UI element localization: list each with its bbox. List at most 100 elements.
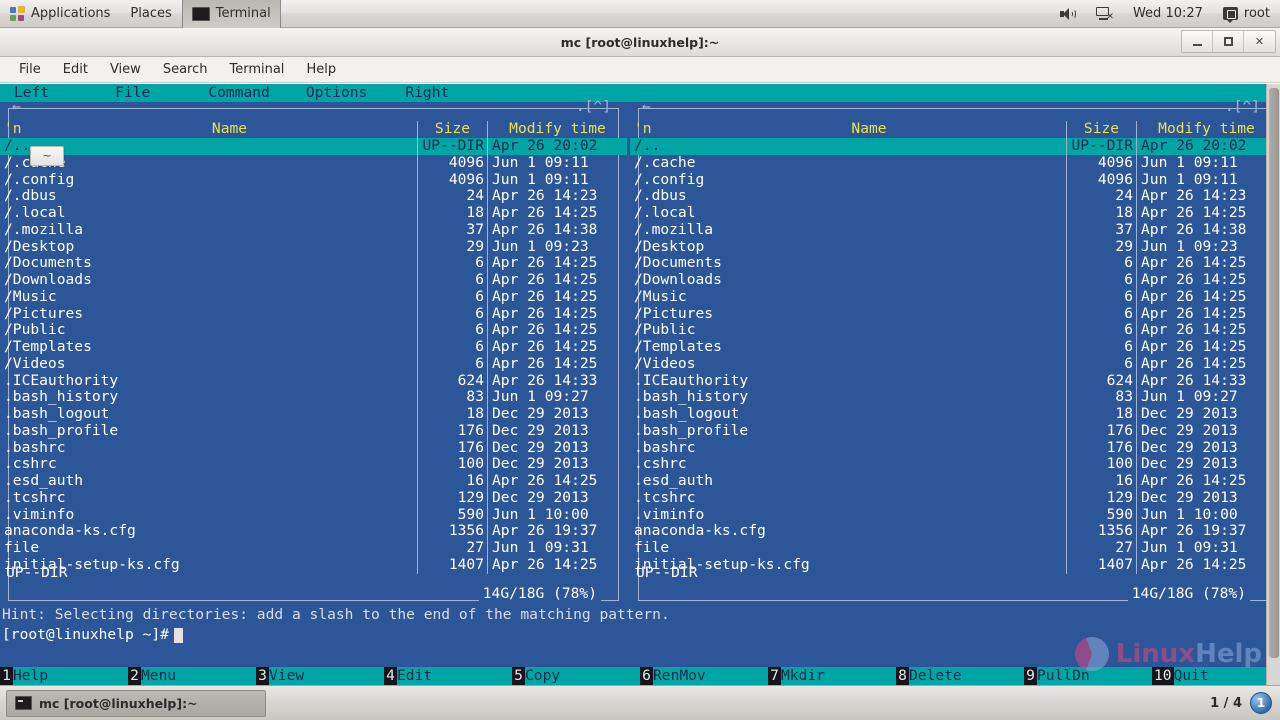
- function-key-f2[interactable]: 2Menu: [128, 667, 256, 685]
- table-row[interactable]: .esd_auth16Apr 26 14:25: [630, 473, 1276, 490]
- function-key-f4[interactable]: 4Edit: [384, 667, 512, 685]
- table-row[interactable]: /.local18Apr 26 14:25: [630, 205, 1276, 222]
- taskbar-item-mc[interactable]: mc [root@linuxhelp]:~: [6, 690, 266, 717]
- table-row[interactable]: /.cache4096Jun 1 09:11: [630, 155, 1276, 172]
- table-row[interactable]: .bash_history83Jun 1 09:27: [0, 389, 627, 406]
- table-row[interactable]: /.config4096Jun 1 09:11: [0, 172, 627, 189]
- table-row[interactable]: anaconda-ks.cfg1356Apr 26 19:37: [0, 523, 627, 540]
- table-row[interactable]: .cshrc100Dec 29 2013: [0, 456, 627, 473]
- function-key-f3[interactable]: 3View: [256, 667, 384, 685]
- table-row[interactable]: .ICEauthority624Apr 26 14:33: [0, 373, 627, 390]
- table-row[interactable]: /Templates6Apr 26 14:25: [630, 339, 1276, 356]
- table-row[interactable]: /.cache4096Jun 1 09:11: [0, 155, 627, 172]
- table-row[interactable]: .tcshrc129Dec 29 2013: [0, 490, 627, 507]
- window-list-terminal[interactable]: Terminal: [182, 0, 281, 28]
- table-row[interactable]: /.mozilla37Apr 26 14:38: [0, 222, 627, 239]
- table-row[interactable]: /Desktop29Jun 1 09:23: [0, 239, 627, 256]
- menu-view[interactable]: View: [99, 57, 152, 83]
- function-key-f8[interactable]: 8Delete: [896, 667, 1024, 685]
- right-col-name[interactable]: Name: [672, 121, 1066, 138]
- table-row[interactable]: /.local18Apr 26 14:25: [0, 205, 627, 222]
- table-row[interactable]: /Public6Apr 26 14:25: [0, 322, 627, 339]
- user-menu[interactable]: root: [1213, 0, 1280, 28]
- table-row[interactable]: /Documents6Apr 26 14:25: [630, 255, 1276, 272]
- table-row[interactable]: /Pictures6Apr 26 14:25: [630, 306, 1276, 323]
- table-row[interactable]: .esd_auth16Apr 26 14:25: [0, 473, 627, 490]
- menu-search[interactable]: Search: [152, 57, 219, 83]
- file-name-cell: /Documents: [0, 255, 417, 272]
- mc-menu-command[interactable]: Command: [208, 85, 270, 102]
- table-row[interactable]: /Downloads6Apr 26 14:25: [0, 272, 627, 289]
- menu-file[interactable]: File: [8, 57, 52, 83]
- table-row[interactable]: /.dbus24Apr 26 14:23: [0, 188, 627, 205]
- table-row[interactable]: .bashrc176Dec 29 2013: [0, 440, 627, 457]
- right-col-flags[interactable]: 'n: [630, 121, 672, 138]
- file-name-cell: /Music: [0, 289, 417, 306]
- table-row[interactable]: .bash_profile176Dec 29 2013: [0, 423, 627, 440]
- function-key-f9[interactable]: 9PullDn: [1024, 667, 1152, 685]
- table-row[interactable]: .cshrc100Dec 29 2013: [630, 456, 1276, 473]
- table-row[interactable]: /.dbus24Apr 26 14:23: [630, 188, 1276, 205]
- table-row[interactable]: /..UP--DIRApr 26 20:02: [0, 138, 627, 155]
- table-row[interactable]: .bash_profile176Dec 29 2013: [630, 423, 1276, 440]
- mc-command-line[interactable]: [root@linuxhelp ~]#: [0, 625, 1280, 645]
- table-row[interactable]: /Music6Apr 26 14:25: [630, 289, 1276, 306]
- clock[interactable]: Wed 10:27: [1123, 0, 1213, 28]
- function-key-f1[interactable]: 1Help: [0, 667, 128, 685]
- file-name-cell: .esd_auth: [0, 473, 417, 490]
- table-row[interactable]: /..UP--DIRApr 26 20:02: [630, 138, 1276, 155]
- file-name-cell: file: [0, 540, 417, 557]
- mc-menu-file[interactable]: File: [115, 85, 150, 102]
- table-row[interactable]: .viminfo590Jun 1 10:00: [0, 507, 627, 524]
- menu-help[interactable]: Help: [295, 57, 347, 83]
- table-row[interactable]: .bash_logout18Dec 29 2013: [630, 406, 1276, 423]
- left-col-size[interactable]: Size: [417, 121, 487, 138]
- table-row[interactable]: /Music6Apr 26 14:25: [0, 289, 627, 306]
- menu-terminal[interactable]: Terminal: [218, 57, 295, 83]
- function-key-f5[interactable]: 5Copy: [512, 667, 640, 685]
- table-row[interactable]: .tcshrc129Dec 29 2013: [630, 490, 1276, 507]
- close-button[interactable]: ✕: [1244, 31, 1275, 52]
- workspace-badge[interactable]: 1: [1250, 692, 1272, 714]
- table-row[interactable]: /Desktop29Jun 1 09:23: [630, 239, 1276, 256]
- mc-menu-right[interactable]: Right: [405, 85, 449, 102]
- table-row[interactable]: /Documents6Apr 26 14:25: [0, 255, 627, 272]
- table-row[interactable]: /Videos6Apr 26 14:25: [0, 356, 627, 373]
- table-row[interactable]: /.config4096Jun 1 09:11: [630, 172, 1276, 189]
- table-row[interactable]: .viminfo590Jun 1 10:00: [630, 507, 1276, 524]
- mc-right-panel[interactable]: ← .[^] 'n Name Size Modify time /..UP--D…: [630, 102, 1276, 607]
- table-row[interactable]: /.mozilla37Apr 26 14:38: [630, 222, 1276, 239]
- applications-menu[interactable]: Applications: [0, 0, 120, 28]
- mc-left-panel[interactable]: ← .[^] 'n Name Size Modify time /..UP--D…: [0, 102, 627, 607]
- function-key-f7[interactable]: 7Mkdir: [768, 667, 896, 685]
- table-row[interactable]: /Templates6Apr 26 14:25: [0, 339, 627, 356]
- terminal-scrollbar[interactable]: [1266, 84, 1280, 685]
- right-col-size[interactable]: Size: [1066, 121, 1136, 138]
- table-row[interactable]: .bashrc176Dec 29 2013: [630, 440, 1276, 457]
- volume-indicator[interactable]: [1050, 0, 1086, 28]
- scrollbar-thumb[interactable]: [1269, 88, 1279, 658]
- table-row[interactable]: anaconda-ks.cfg1356Apr 26 19:37: [630, 523, 1276, 540]
- left-col-flags[interactable]: 'n: [0, 121, 42, 138]
- maximize-button[interactable]: [1213, 31, 1244, 52]
- function-key-f10[interactable]: 10Quit: [1152, 667, 1280, 685]
- network-indicator[interactable]: ✕: [1086, 0, 1123, 28]
- left-col-mtime[interactable]: Modify time: [487, 121, 627, 138]
- table-row[interactable]: .bash_logout18Dec 29 2013: [0, 406, 627, 423]
- table-row[interactable]: .ICEauthority624Apr 26 14:33: [630, 373, 1276, 390]
- mc-menu-options[interactable]: Options: [306, 85, 368, 102]
- places-menu[interactable]: Places: [120, 0, 181, 28]
- function-key-f6[interactable]: 6RenMov: [640, 667, 768, 685]
- right-col-mtime[interactable]: Modify time: [1136, 121, 1276, 138]
- table-row[interactable]: file27Jun 1 09:31: [0, 540, 627, 557]
- minimize-button[interactable]: [1182, 31, 1213, 52]
- file-mtime-cell: Apr 26 14:25: [487, 255, 627, 272]
- left-col-name[interactable]: Name: [42, 121, 417, 138]
- table-row[interactable]: .bash_history83Jun 1 09:27: [630, 389, 1276, 406]
- table-row[interactable]: /Pictures6Apr 26 14:25: [0, 306, 627, 323]
- table-row[interactable]: /Videos6Apr 26 14:25: [630, 356, 1276, 373]
- menu-edit[interactable]: Edit: [52, 57, 99, 83]
- table-row[interactable]: /Downloads6Apr 26 14:25: [630, 272, 1276, 289]
- table-row[interactable]: /Public6Apr 26 14:25: [630, 322, 1276, 339]
- table-row[interactable]: file27Jun 1 09:31: [630, 540, 1276, 557]
